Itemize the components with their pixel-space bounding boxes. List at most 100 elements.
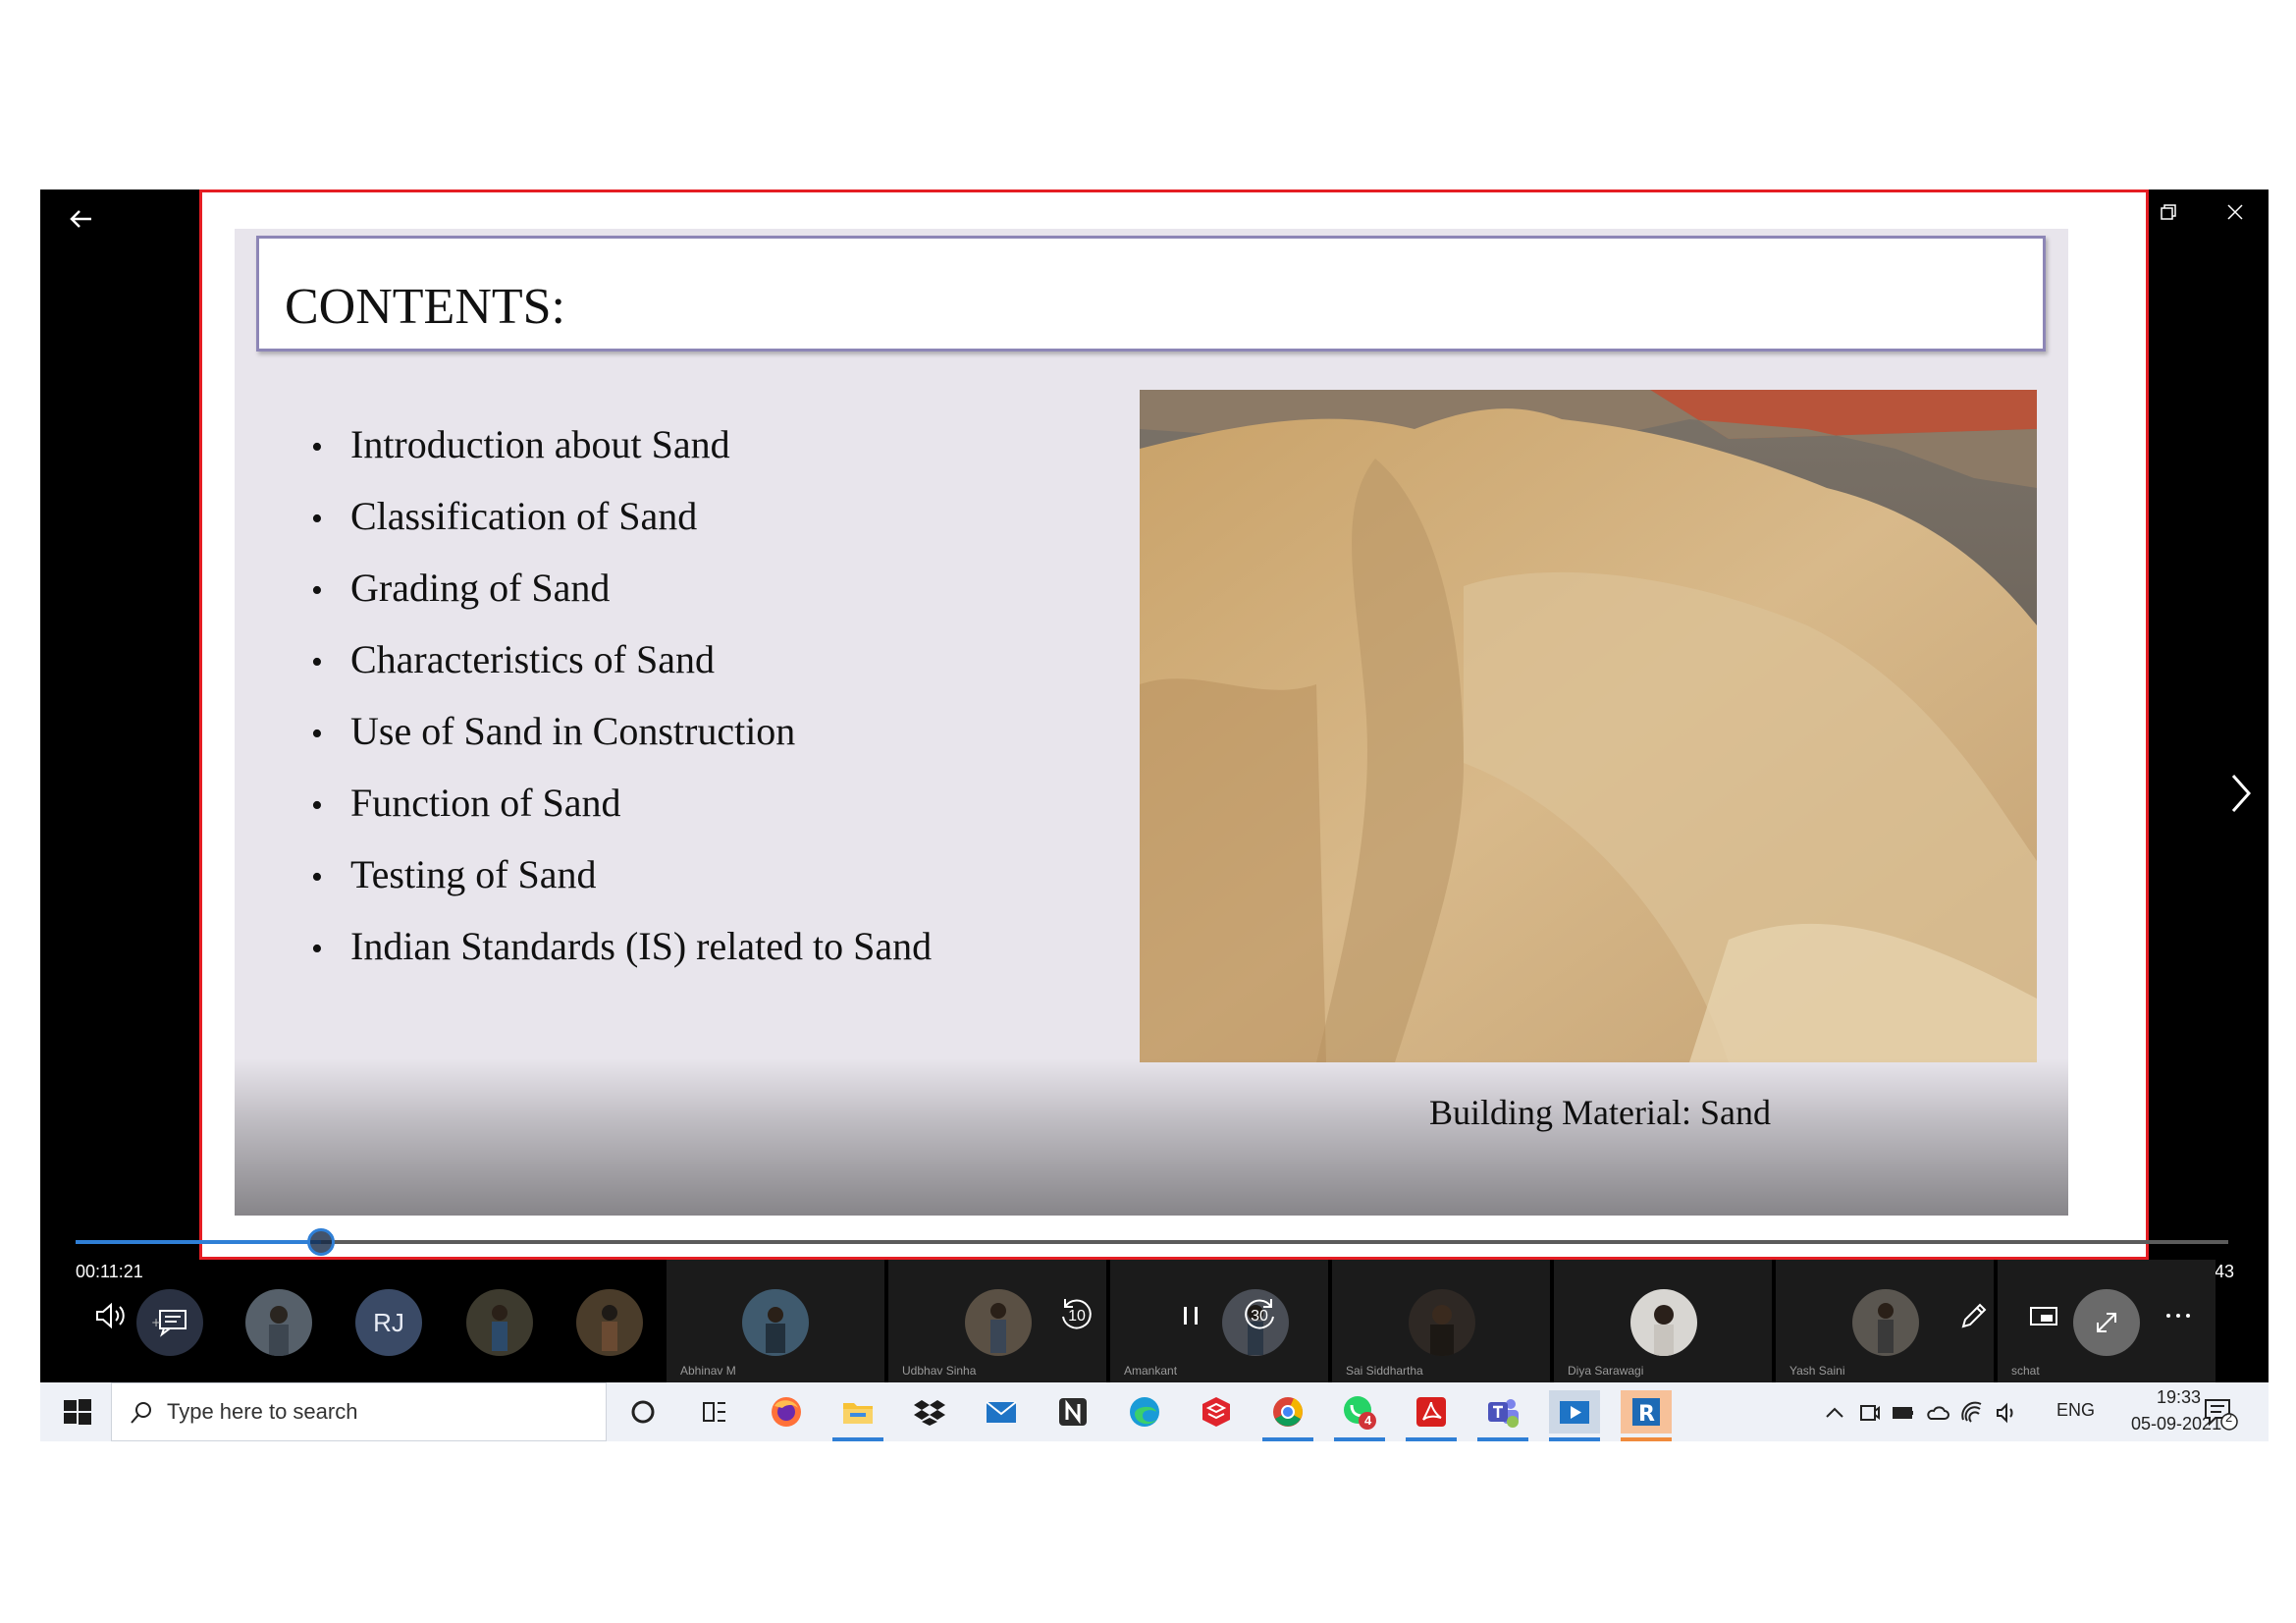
fullscreen-button[interactable] bbox=[2073, 1289, 2140, 1356]
cortana-circle-icon bbox=[631, 1400, 655, 1424]
volume-button[interactable] bbox=[89, 1294, 133, 1337]
bullet: • bbox=[311, 716, 323, 752]
movies-tv-taskbar-button[interactable] bbox=[1549, 1390, 1600, 1441]
sketchup-taskbar-button[interactable] bbox=[1191, 1390, 1242, 1434]
close-button[interactable] bbox=[2202, 189, 2269, 235]
bullet: • bbox=[311, 859, 323, 895]
teams-icon bbox=[1488, 1399, 1519, 1428]
bullet: • bbox=[311, 501, 323, 537]
whatsapp-badge: 4 bbox=[1364, 1413, 1372, 1428]
revit-taskbar-button[interactable]: R bbox=[1621, 1390, 1672, 1441]
dropbox-taskbar-button[interactable] bbox=[904, 1390, 955, 1434]
language-indicator[interactable]: ENG bbox=[2056, 1400, 2095, 1421]
mini-view-icon bbox=[2030, 1307, 2057, 1325]
edge-taskbar-button[interactable] bbox=[1119, 1390, 1170, 1434]
seek-bar[interactable] bbox=[76, 1228, 2228, 1256]
contents-list-item: • Introduction about Sand bbox=[311, 408, 932, 480]
active-indicator bbox=[1334, 1437, 1385, 1441]
avatar[interactable] bbox=[1409, 1289, 1475, 1356]
pen-button[interactable] bbox=[1952, 1294, 1996, 1337]
more-options-button[interactable] bbox=[2157, 1294, 2200, 1337]
active-indicator bbox=[1406, 1437, 1457, 1441]
restore-icon bbox=[2161, 204, 2176, 220]
windows-start-icon[interactable] bbox=[60, 1394, 95, 1430]
avatar[interactable] bbox=[466, 1289, 533, 1356]
taskbar-search[interactable] bbox=[111, 1382, 607, 1441]
speaker-icon bbox=[96, 1302, 125, 1329]
edge-icon bbox=[1130, 1397, 1159, 1427]
cortana-button[interactable] bbox=[617, 1390, 668, 1434]
forward-seconds-label: 30 bbox=[1251, 1308, 1268, 1325]
avatar-initials[interactable]: RJ bbox=[355, 1289, 422, 1356]
notification-center-icon[interactable] bbox=[2200, 1392, 2239, 1432]
minimize-icon bbox=[2095, 211, 2109, 213]
participant-name: Udbhav Sinha bbox=[902, 1364, 977, 1378]
avatar[interactable] bbox=[245, 1289, 312, 1356]
wifi-icon[interactable] bbox=[1959, 1400, 1985, 1426]
mini-view-button[interactable] bbox=[2022, 1294, 2065, 1337]
participant-name: Amankant bbox=[1124, 1364, 1178, 1378]
avatar[interactable] bbox=[965, 1289, 1032, 1356]
sketchup-icon bbox=[1202, 1397, 1230, 1427]
svg-text:+: + bbox=[151, 1316, 161, 1329]
participant-name: Yash Saini bbox=[1789, 1364, 1845, 1378]
bullet: • bbox=[311, 787, 323, 824]
presentation-slide: CONTENTS: • Introduction about Sand • Clas… bbox=[235, 229, 2068, 1216]
image-caption: Building Material: Sand bbox=[1429, 1093, 1771, 1132]
contents-item-text: Characteristics of Sand bbox=[350, 637, 715, 681]
active-indicator bbox=[1262, 1437, 1313, 1441]
meet-now-icon[interactable] bbox=[1856, 1400, 1882, 1426]
avatar[interactable] bbox=[1852, 1289, 1919, 1356]
media-player-window: CONTENTS: • Introduction about Sand • Clas… bbox=[40, 189, 2269, 1382]
sand-pile-photo bbox=[1140, 390, 2037, 1062]
file-explorer-taskbar-button[interactable] bbox=[832, 1390, 883, 1441]
contents-list-item: • Classification of Sand bbox=[311, 480, 932, 552]
seek-thumb[interactable] bbox=[307, 1228, 335, 1256]
contents-list-item: • Testing of Sand bbox=[311, 839, 932, 910]
back-arrow-icon[interactable] bbox=[62, 199, 101, 239]
teams-taskbar-button[interactable] bbox=[1477, 1390, 1528, 1441]
notion-icon bbox=[1059, 1398, 1087, 1426]
active-indicator bbox=[832, 1437, 883, 1441]
whatsapp-taskbar-button[interactable]: 4 bbox=[1334, 1390, 1385, 1441]
search-icon bbox=[131, 1402, 151, 1424]
contents-item-text: Introduction about Sand bbox=[350, 422, 730, 466]
search-input[interactable] bbox=[167, 1383, 589, 1440]
volume-icon[interactable] bbox=[1994, 1400, 2019, 1426]
firefox-taskbar-button[interactable] bbox=[761, 1390, 812, 1434]
chevron-up-icon[interactable] bbox=[1822, 1400, 1847, 1426]
task-view-button[interactable] bbox=[689, 1390, 740, 1434]
contents-list-item: • Grading of Sand bbox=[311, 552, 932, 623]
firefox-icon bbox=[772, 1397, 801, 1427]
restore-button[interactable] bbox=[2135, 189, 2202, 235]
active-indicator bbox=[1477, 1437, 1528, 1441]
film-player-icon bbox=[1560, 1401, 1589, 1424]
mail-taskbar-button[interactable] bbox=[976, 1390, 1027, 1434]
avatar[interactable] bbox=[1630, 1289, 1697, 1356]
active-indicator bbox=[1621, 1437, 1672, 1441]
battery-icon[interactable] bbox=[1891, 1400, 1916, 1426]
bullet: • bbox=[311, 931, 323, 967]
notion-taskbar-button[interactable] bbox=[1047, 1390, 1098, 1434]
chrome-taskbar-button[interactable] bbox=[1262, 1390, 1313, 1441]
avatar[interactable] bbox=[576, 1289, 643, 1356]
caption-icon: + bbox=[151, 1310, 187, 1337]
pause-button[interactable] bbox=[1169, 1294, 1212, 1337]
onedrive-icon[interactable] bbox=[1925, 1400, 1950, 1426]
bullet: • bbox=[311, 572, 323, 609]
acrobat-taskbar-button[interactable] bbox=[1406, 1390, 1457, 1441]
task-view-icon bbox=[703, 1402, 725, 1422]
clock-time[interactable]: 19:33 bbox=[2157, 1387, 2201, 1408]
mail-icon bbox=[986, 1401, 1017, 1423]
minimize-button[interactable] bbox=[2068, 189, 2135, 235]
window-controls bbox=[2068, 189, 2269, 235]
chevron-right-icon[interactable] bbox=[2221, 764, 2261, 823]
chrome-icon bbox=[1273, 1397, 1303, 1427]
participant-name: Abhinav M bbox=[680, 1364, 736, 1378]
captions-button[interactable]: + bbox=[136, 1289, 203, 1356]
avatar[interactable] bbox=[742, 1289, 809, 1356]
bullet: • bbox=[311, 644, 323, 680]
contents-list-item: • Characteristics of Sand bbox=[311, 623, 932, 695]
folder-icon bbox=[843, 1403, 873, 1424]
notification-count: 2 bbox=[2225, 1410, 2233, 1425]
